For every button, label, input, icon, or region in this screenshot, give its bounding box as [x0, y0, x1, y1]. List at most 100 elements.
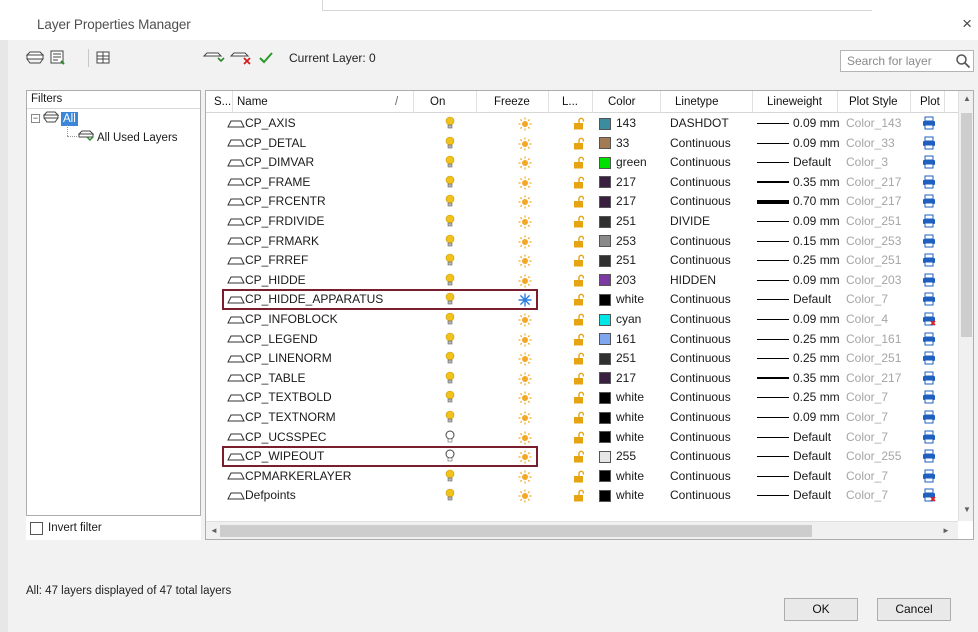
cancel-button[interactable]: Cancel	[877, 598, 951, 621]
sun-icon[interactable]	[518, 333, 532, 350]
lightbulb-on-icon[interactable]	[445, 488, 455, 505]
sun-icon[interactable]	[518, 195, 532, 212]
plot-icon[interactable]	[922, 175, 936, 192]
unlock-icon[interactable]	[573, 313, 585, 330]
table-row[interactable]: CP_DETAL 33 Continuous 0.09 mm Color_33	[206, 134, 958, 153]
table-row[interactable]: CP_HIDDE 203 HIDDEN 0.09 mm Color_203	[206, 271, 958, 290]
layer-name-cell[interactable]: CP_TEXTBOLD	[227, 389, 332, 406]
plot-icon[interactable]	[922, 234, 936, 251]
column-header-status[interactable]: S...	[214, 96, 231, 108]
lineweight-cell[interactable]: 0.09 mm	[757, 115, 840, 132]
plot-icon[interactable]	[922, 292, 936, 309]
sun-icon[interactable]	[518, 313, 532, 330]
layer-color-cell[interactable]: white	[599, 468, 644, 485]
table-row[interactable]: Defpoints white Continuous Default Color_7	[206, 486, 958, 505]
scroll-up-arrow-icon[interactable]: ▲	[959, 94, 973, 103]
lightbulb-off-icon[interactable]	[445, 449, 455, 466]
plot-icon[interactable]	[922, 332, 936, 349]
new-layer-icon[interactable]	[203, 50, 225, 66]
unlock-icon[interactable]	[573, 372, 585, 389]
layer-name-cell[interactable]: CPMARKERLAYER	[227, 468, 351, 485]
lineweight-cell[interactable]: 0.09 mm	[757, 213, 840, 230]
layer-color-cell[interactable]: 143	[599, 115, 636, 132]
plot-icon[interactable]	[922, 116, 936, 133]
close-icon[interactable]: ×	[962, 15, 972, 32]
plot-icon[interactable]	[922, 390, 936, 407]
unlock-icon[interactable]	[573, 293, 585, 310]
unlock-icon[interactable]	[573, 450, 585, 467]
unlock-icon[interactable]	[573, 235, 585, 252]
layer-name-cell[interactable]: CP_HIDDE	[227, 272, 306, 289]
lightbulb-on-icon[interactable]	[445, 410, 455, 427]
unlock-icon[interactable]	[573, 176, 585, 193]
sun-icon[interactable]	[518, 117, 532, 134]
unlock-icon[interactable]	[573, 391, 585, 408]
sun-icon[interactable]	[518, 450, 532, 467]
linetype-cell[interactable]: Continuous	[670, 389, 731, 406]
table-row[interactable]: CPMARKERLAYER white Continuous Default Color…	[206, 467, 958, 486]
linetype-cell[interactable]: Continuous	[670, 331, 731, 348]
table-row[interactable]: CP_TEXTNORM white Continuous 0.09 mm Color_7	[206, 408, 958, 427]
linetype-cell[interactable]: Continuous	[670, 487, 731, 504]
layer-color-cell[interactable]: white	[599, 389, 644, 406]
lightbulb-on-icon[interactable]	[445, 253, 455, 270]
lineweight-cell[interactable]: 0.35 mm	[757, 370, 840, 387]
layer-name-cell[interactable]: CP_UCSSPEC	[227, 429, 326, 446]
lineweight-cell[interactable]: 0.25 mm	[757, 389, 840, 406]
layer-color-cell[interactable]: cyan	[599, 311, 641, 328]
sun-icon[interactable]	[518, 489, 532, 506]
lightbulb-on-icon[interactable]	[445, 371, 455, 388]
sun-icon[interactable]	[518, 235, 532, 252]
layer-name-cell[interactable]: CP_TEXTNORM	[227, 409, 336, 426]
plot-icon[interactable]	[922, 469, 936, 486]
filter-all-label[interactable]: All	[61, 111, 78, 126]
table-row[interactable]: CP_FRAME 217 Continuous 0.35 mm Color_217	[206, 173, 958, 192]
layer-name-cell[interactable]: CP_FRMARK	[227, 233, 319, 250]
layer-name-cell[interactable]: CP_INFOBLOCK	[227, 311, 338, 328]
lineweight-cell[interactable]: 0.15 mm	[757, 233, 840, 250]
linetype-cell[interactable]: Continuous	[670, 370, 731, 387]
layer-color-cell[interactable]: white	[599, 429, 644, 446]
unlock-icon[interactable]	[573, 254, 585, 271]
linetype-cell[interactable]: Continuous	[670, 174, 731, 191]
scroll-down-arrow-icon[interactable]: ▼	[959, 505, 973, 514]
sun-icon[interactable]	[518, 254, 532, 271]
layer-name-cell[interactable]: CP_AXIS	[227, 115, 296, 132]
table-row[interactable]: CP_UCSSPEC white Continuous Default Color_7	[206, 428, 958, 447]
unlock-icon[interactable]	[573, 156, 585, 173]
layer-states-manager-icon[interactable]	[94, 50, 112, 66]
unlock-icon[interactable]	[573, 137, 585, 154]
sun-icon[interactable]	[518, 274, 532, 291]
layer-name-cell[interactable]: CP_DIMVAR	[227, 154, 314, 171]
table-row[interactable]: CP_TEXTBOLD white Continuous 0.25 mm Color_7	[206, 388, 958, 407]
table-row[interactable]: CP_FRMARK 253 Continuous 0.15 mm Color_253	[206, 232, 958, 251]
sun-icon[interactable]	[518, 372, 532, 389]
layer-color-cell[interactable]: 251	[599, 252, 636, 269]
linetype-cell[interactable]: Continuous	[670, 350, 731, 367]
lineweight-cell[interactable]: Default	[757, 468, 831, 485]
layer-color-cell[interactable]: 255	[599, 448, 636, 465]
layer-name-cell[interactable]: CP_DETAL	[227, 135, 306, 152]
new-property-filter-icon[interactable]	[26, 50, 44, 66]
layer-name-cell[interactable]: CP_FRREF	[227, 252, 308, 269]
layer-name-cell[interactable]: CP_WIPEOUT	[227, 448, 324, 465]
plot-icon[interactable]	[922, 371, 936, 388]
lightbulb-on-icon[interactable]	[445, 155, 455, 172]
unlock-icon[interactable]	[573, 333, 585, 350]
layer-color-cell[interactable]: 251	[599, 213, 636, 230]
plot-icon[interactable]	[922, 273, 936, 290]
sun-icon[interactable]	[518, 470, 532, 487]
plot-icon[interactable]	[922, 214, 936, 231]
column-header-lineweight[interactable]: Lineweight	[767, 96, 822, 108]
lineweight-cell[interactable]: 0.25 mm	[757, 252, 840, 269]
linetype-cell[interactable]: Continuous	[670, 193, 731, 210]
layer-color-cell[interactable]: green	[599, 154, 647, 171]
lightbulb-on-icon[interactable]	[445, 469, 455, 486]
table-row[interactable]: CP_FRCENTR 217 Continuous 0.70 mm Color_217	[206, 192, 958, 211]
layer-color-cell[interactable]: white	[599, 487, 644, 504]
layer-name-cell[interactable]: CP_FRAME	[227, 174, 310, 191]
linetype-cell[interactable]: Continuous	[670, 409, 731, 426]
lineweight-cell[interactable]: 0.09 mm	[757, 311, 840, 328]
table-row[interactable]: CP_WIPEOUT 255 Continuous Default Color_255	[206, 447, 958, 466]
lightbulb-on-icon[interactable]	[445, 175, 455, 192]
